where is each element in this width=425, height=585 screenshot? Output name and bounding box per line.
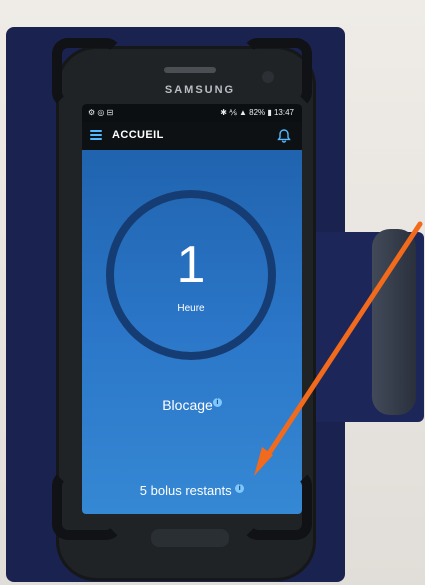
case-strap-clip — [372, 229, 416, 415]
timer-value: 1 — [176, 236, 206, 294]
bell-icon[interactable] — [276, 128, 292, 144]
status-label: Blocage i — [82, 397, 302, 413]
phone-earpiece — [164, 67, 216, 73]
page-title: ACCUEIL — [112, 129, 164, 141]
home-button[interactable] — [151, 529, 229, 547]
menu-icon[interactable] — [90, 130, 102, 140]
info-icon[interactable]: i — [212, 398, 222, 408]
phone-brand: SAMSUNG — [164, 84, 236, 96]
phone-screen: ⚙ ◎ ⊟ ✱ ⅍ ▲ 82% ▮ 13:47 ACCUEIL 1 Heure … — [82, 104, 302, 514]
status-label-text: Blocage — [162, 397, 213, 413]
corner-grip-top-right — [242, 38, 312, 108]
app-bar: ACCUEIL — [82, 122, 302, 150]
timer-unit: Heure — [177, 303, 205, 314]
corner-grip-bottom-right — [242, 470, 312, 540]
corner-grip-top-left — [52, 38, 122, 108]
corner-grip-bottom-left — [52, 470, 122, 540]
remaining-bolus-text: 5 bolus restants — [139, 483, 232, 498]
